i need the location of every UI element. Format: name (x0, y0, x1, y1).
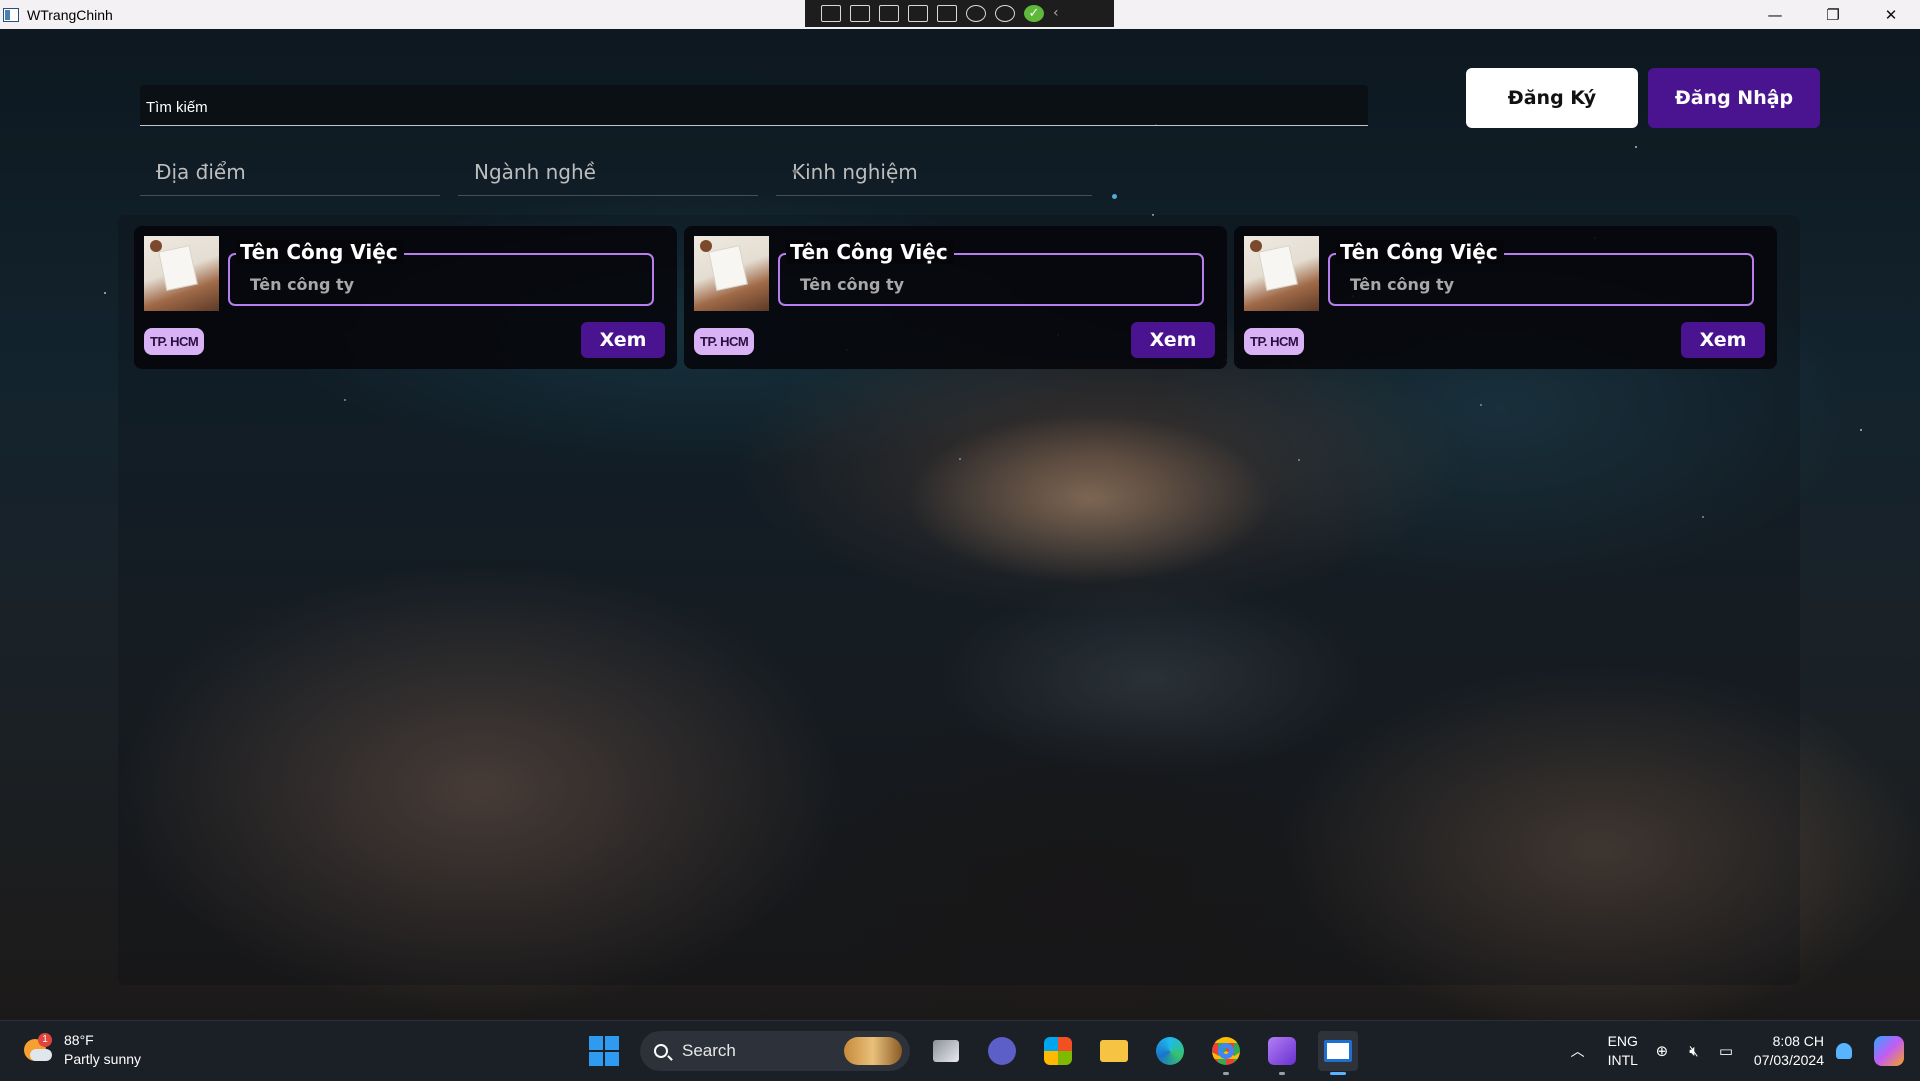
login-button[interactable]: Đăng Nhập (1648, 68, 1820, 128)
checkmark-icon[interactable]: ✓ (1024, 5, 1044, 22)
display-layout-adorners-icon[interactable] (908, 5, 928, 22)
job-card[interactable]: Tên Công Việc Tên công ty TP. HCM Xem (134, 226, 677, 369)
task-view-icon (933, 1040, 959, 1062)
weather-description: Partly sunny (64, 1051, 142, 1067)
hot-reload-icon[interactable] (966, 5, 986, 22)
search-input[interactable] (144, 95, 1348, 119)
location-badge: TP. HCM (694, 328, 755, 355)
network-globe-icon: ⊕ (1655, 1042, 1669, 1060)
task-view-button[interactable] (926, 1031, 966, 1071)
app-icon (3, 7, 19, 22)
volume-muted-icon: 🔇︎ (1689, 1042, 1699, 1060)
main-window: Đăng Ký Đăng Nhập Địa điểm Ngành nghề Ki… (0, 29, 1920, 1020)
live-visual-tree-icon[interactable] (821, 5, 841, 22)
company-name: Tên công ty (800, 275, 905, 294)
keyboard-layout: INTL (1607, 1052, 1638, 1068)
job-thumbnail (144, 236, 219, 311)
teams-chat-button[interactable] (982, 1031, 1022, 1071)
view-job-button[interactable]: Xem (581, 322, 665, 358)
file-explorer-button[interactable] (1094, 1031, 1134, 1071)
taskbar: 1 88°F Partly sunny Search ︿ ENG INTL ⊕ … (0, 1020, 1920, 1081)
chat-icon (988, 1037, 1016, 1065)
search-highlight-image (844, 1037, 902, 1065)
job-thumbnail (694, 236, 769, 311)
accessibility-icon[interactable] (995, 5, 1015, 22)
chrome-button[interactable] (1206, 1031, 1246, 1075)
xaml-debug-toolbar: ✓ ‹ (805, 0, 1114, 27)
copilot-icon[interactable] (1874, 1036, 1904, 1066)
job-thumbnail (1244, 236, 1319, 311)
windows-logo-icon (589, 1036, 619, 1066)
job-title: Tên Công Việc (236, 240, 404, 264)
industry-filter[interactable]: Ngành nghề (458, 153, 758, 196)
collapse-chevron-icon[interactable]: ‹ (1053, 5, 1073, 22)
notification-bell-icon[interactable] (1836, 1043, 1852, 1059)
partly-sunny-icon: 1 (22, 1033, 54, 1065)
restore-icon[interactable]: ❐ (1804, 0, 1862, 29)
clock-time: 8:08 CH (1772, 1033, 1824, 1049)
company-name: Tên công ty (250, 275, 355, 294)
location-filter-label: Địa điểm (156, 160, 246, 184)
taskbar-search-label: Search (682, 1041, 736, 1060)
input-language[interactable]: ENG INTL (1608, 1032, 1638, 1070)
weather-notification-badge: 1 (38, 1033, 52, 1047)
view-job-button[interactable]: Xem (1131, 322, 1215, 358)
weather-temperature: 88°F (64, 1032, 94, 1048)
minimize-icon[interactable]: — (1746, 0, 1804, 29)
store-icon (1044, 1037, 1072, 1065)
taskbar-apps: Search (584, 1031, 1358, 1075)
window-title: WTrangChinh (27, 6, 113, 23)
job-title: Tên Công Việc (1336, 240, 1504, 264)
weather-widget[interactable]: 1 88°F Partly sunny (22, 1031, 141, 1069)
edge-icon (1156, 1037, 1184, 1065)
experience-filter[interactable]: Kinh nghiệm ▾ (776, 153, 1092, 196)
clock-date: 07/03/2024 (1753, 1052, 1824, 1068)
folder-icon (1100, 1040, 1128, 1062)
chevron-down-icon: ▾ (792, 165, 799, 179)
chevron-up-icon[interactable]: ︿ (1566, 1041, 1590, 1061)
edge-button[interactable] (1150, 1031, 1190, 1071)
visual-studio-button[interactable] (1262, 1031, 1302, 1075)
industry-filter-label: Ngành nghề (474, 160, 596, 184)
select-element-icon[interactable] (879, 5, 899, 22)
job-title: Tên Công Việc (786, 240, 954, 264)
job-card[interactable]: Tên Công Việc Tên công ty TP. HCM Xem (684, 226, 1227, 369)
wtrangchinh-app-button[interactable] (1318, 1031, 1358, 1075)
close-icon[interactable]: ✕ (1862, 0, 1920, 29)
app-window-icon (1324, 1040, 1352, 1062)
job-card[interactable]: Tên Công Việc Tên công ty TP. HCM Xem (1234, 226, 1777, 369)
chrome-icon (1212, 1037, 1240, 1065)
company-name: Tên công ty (1350, 275, 1455, 294)
taskbar-search[interactable]: Search (640, 1031, 910, 1071)
location-badge: TP. HCM (1244, 328, 1305, 355)
quick-settings[interactable]: ⊕ 🔇︎ ▭ (1652, 1041, 1736, 1061)
microsoft-store-button[interactable] (1038, 1031, 1078, 1071)
search-icon (654, 1044, 668, 1058)
system-tray: ︿ ENG INTL ⊕ 🔇︎ ▭ 8:08 CH 07/03/2024 (1566, 1021, 1920, 1081)
view-job-button[interactable]: Xem (1681, 322, 1765, 358)
window-controls: — ❐ ✕ (1746, 0, 1920, 29)
language-code: ENG (1607, 1033, 1638, 1049)
clock[interactable]: 8:08 CH 07/03/2024 (1754, 1032, 1824, 1070)
register-button[interactable]: Đăng Ký (1466, 68, 1638, 128)
location-filter[interactable]: Địa điểm (140, 153, 440, 196)
visual-studio-icon (1268, 1037, 1296, 1065)
track-focus-icon[interactable] (937, 5, 957, 22)
search-box[interactable] (140, 85, 1368, 126)
battery-icon: ▭ (1718, 1042, 1734, 1060)
location-badge: TP. HCM (144, 328, 205, 355)
camera-icon[interactable] (850, 5, 870, 22)
window-title-bar: WTrangChinh ✓ ‹ — ❐ ✕ (0, 0, 1920, 29)
start-button[interactable] (584, 1031, 624, 1071)
